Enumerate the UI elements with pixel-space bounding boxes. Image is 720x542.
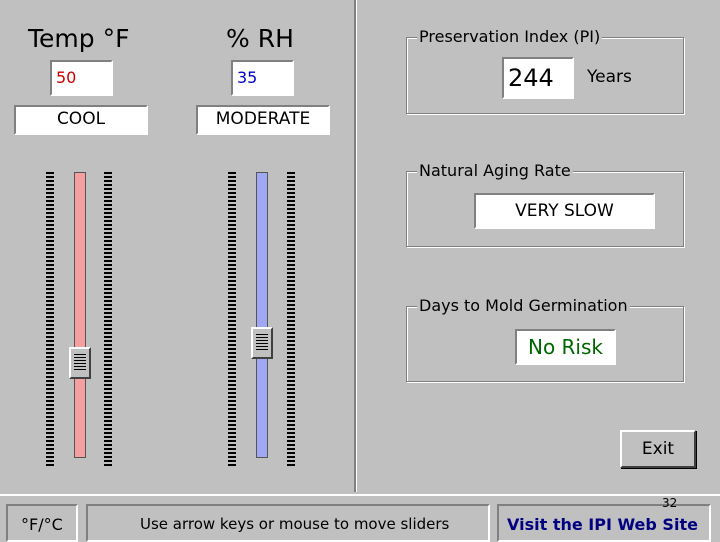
temp-slider-ticks-right <box>104 172 112 466</box>
preservation-index-value: 244 <box>502 57 574 99</box>
hint-text: Use arrow keys or mouse to move sliders <box>140 515 450 533</box>
mold-germination-label: Days to Mold Germination <box>417 296 630 315</box>
aging-rate-label: Natural Aging Rate <box>417 161 573 180</box>
rh-header: % RH <box>226 24 294 53</box>
preservation-index-unit: Years <box>587 67 632 87</box>
temp-header: Temp °F <box>28 24 130 53</box>
pane-divider <box>354 0 357 492</box>
temp-slider-track[interactable] <box>74 172 86 458</box>
page-number: 32 <box>662 496 678 510</box>
rh-category-display: MODERATE <box>196 105 330 135</box>
rh-slider-ticks-right <box>287 172 295 466</box>
ipi-link-panel[interactable]: Visit the IPI Web Site <box>497 504 711 542</box>
aging-rate-value: VERY SLOW <box>474 193 655 229</box>
rh-slider-ticks-left <box>228 172 236 466</box>
temp-slider-thumb[interactable] <box>69 347 91 379</box>
preservation-index-label: Preservation Index (PI) <box>417 27 603 46</box>
temp-value-field[interactable]: 50 <box>50 60 113 96</box>
rh-slider-track[interactable] <box>256 172 268 458</box>
unit-toggle-label: °F/°C <box>21 515 63 534</box>
ipi-web-link[interactable]: Visit the IPI Web Site <box>507 515 698 534</box>
temp-slider-ticks-left <box>46 172 54 466</box>
rh-slider-thumb[interactable] <box>251 327 273 359</box>
mold-germination-value: No Risk <box>515 329 616 365</box>
temp-category-display: COOL <box>14 105 148 135</box>
rh-value-field[interactable]: 35 <box>231 60 294 96</box>
hint-panel: Use arrow keys or mouse to move sliders <box>86 504 490 542</box>
exit-button[interactable]: Exit <box>620 430 696 468</box>
status-bar: °F/°C Use arrow keys or mouse to move sl… <box>0 494 720 542</box>
unit-toggle-button[interactable]: °F/°C <box>6 504 78 542</box>
